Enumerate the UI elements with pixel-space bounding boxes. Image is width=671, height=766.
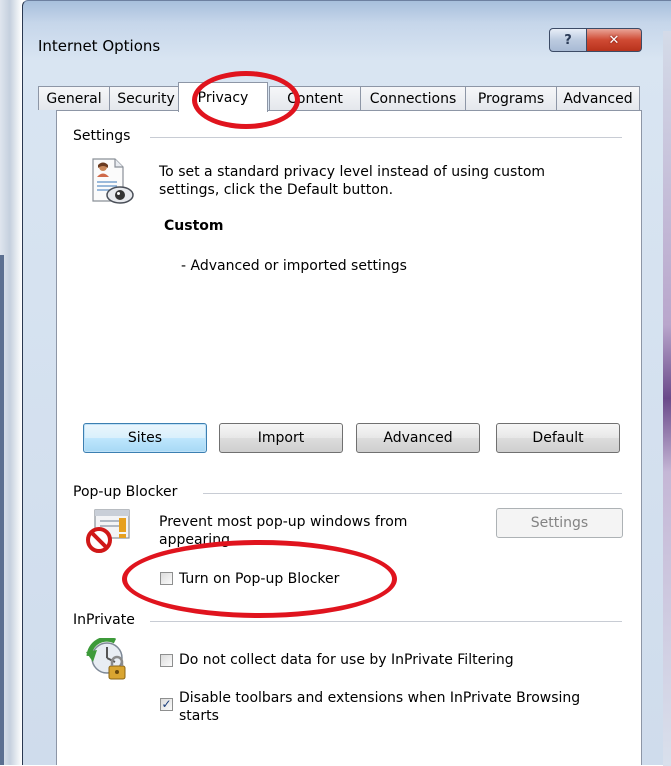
window-title: Internet Options [38, 37, 161, 55]
help-icon: ? [564, 32, 572, 48]
tab-connections[interactable]: Connections [360, 86, 466, 110]
sites-button[interactable]: Sites [83, 423, 207, 453]
popup-group-divider [203, 493, 622, 494]
disable-toolbars-label[interactable]: Disable toolbars and extensions when InP… [179, 689, 599, 725]
inprivate-lock-icon [86, 638, 126, 680]
popup-description: Prevent most pop-up windows from appeari… [159, 514, 408, 548]
inprivate-filtering-checkbox[interactable] [160, 654, 173, 667]
inprivate-group-label: InPrivate [73, 612, 141, 628]
privacy-level-detail: - Advanced or imported settings [181, 258, 407, 274]
close-icon: ✕ [608, 32, 620, 48]
privacy-document-eye-icon [92, 158, 134, 204]
tab-programs[interactable]: Programs [465, 86, 557, 110]
import-button[interactable]: Import [219, 423, 343, 453]
inprivate-filtering-label[interactable]: Do not collect data for use by InPrivate… [179, 651, 514, 669]
popup-blocker-checkbox-label[interactable]: Turn on Pop-up Blocker [179, 570, 339, 588]
background-left-strip [0, 0, 22, 765]
settings-description: To set a standard privacy level instead … [159, 164, 546, 198]
popup-blocker-checkbox[interactable] [160, 572, 173, 585]
default-button[interactable]: Default [496, 423, 620, 453]
tab-security[interactable]: Security [109, 86, 183, 110]
help-button[interactable]: ? [549, 28, 587, 52]
popup-blocked-icon [86, 509, 130, 553]
settings-group-divider [150, 137, 622, 138]
popup-group-label: Pop-up Blocker [73, 484, 184, 500]
tab-privacy[interactable]: Privacy [178, 82, 268, 112]
close-button[interactable]: ✕ [587, 28, 642, 52]
caption-buttons: ? ✕ [549, 28, 642, 52]
tab-advanced[interactable]: Advanced [556, 86, 640, 110]
tab-content[interactable]: Content [269, 86, 361, 110]
advanced-button[interactable]: Advanced [356, 423, 480, 453]
popup-settings-button[interactable]: Settings [496, 508, 623, 538]
inprivate-group-divider [150, 621, 622, 622]
disable-toolbars-checkbox[interactable]: ✓ [160, 698, 173, 711]
tab-general[interactable]: General [38, 86, 110, 110]
window-frame-right [663, 31, 671, 766]
privacy-level-name: Custom [164, 218, 224, 234]
settings-group-label: Settings [73, 128, 137, 144]
